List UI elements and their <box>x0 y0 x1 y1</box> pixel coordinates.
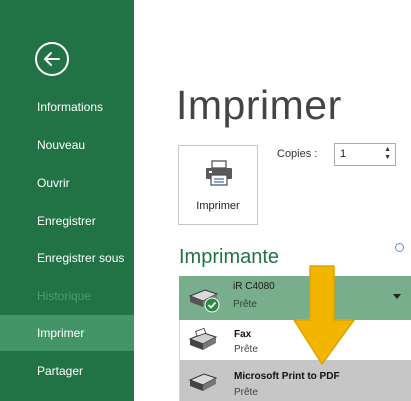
sidebar-item-imprimer[interactable]: Imprimer <box>0 315 134 351</box>
printer-ready-icon <box>188 289 220 313</box>
sidebar-item-ouvrir[interactable]: Ouvrir <box>0 165 134 201</box>
info-icon[interactable] <box>395 243 404 252</box>
sidebar-item-enregistrer[interactable]: Enregistrer <box>0 203 134 239</box>
spin-down-icon[interactable]: ▼ <box>384 154 391 162</box>
copies-value: 1 <box>340 148 347 160</box>
print-button-label: Imprimer <box>196 200 240 212</box>
back-arrow-icon <box>44 52 60 66</box>
printer-section-title: Imprimante <box>179 246 280 268</box>
pdf-printer-icon <box>188 373 218 391</box>
selected-printer-name: iR C4080 <box>233 281 275 292</box>
sidebar-item-enregistrer-sous[interactable]: Enregistrer sous <box>0 240 134 276</box>
copies-input[interactable]: 1 ▲ ▼ <box>334 143 396 166</box>
printer-option-name: Microsoft Print to PDF <box>234 371 340 382</box>
sidebar-item-historique: Historique <box>37 289 92 303</box>
copies-label: Copies : <box>277 148 318 160</box>
back-button[interactable] <box>35 42 69 76</box>
sidebar-item-partager[interactable]: Partager <box>0 353 134 389</box>
down-arrow-annotation-icon <box>293 265 355 365</box>
printer-option-status: Prête <box>234 387 258 398</box>
fax-icon <box>188 327 218 350</box>
printer-option-name: Fax <box>234 329 252 340</box>
printer-option-status: Prête <box>234 344 258 355</box>
spin-up-icon[interactable]: ▲ <box>384 146 391 154</box>
printer-icon <box>206 160 232 186</box>
copies-spinner[interactable]: ▲ ▼ <box>384 146 391 162</box>
selected-printer-status: Prête <box>233 299 257 310</box>
chevron-down-icon[interactable] <box>393 294 401 299</box>
sidebar-item-informations[interactable]: Informations <box>0 89 134 125</box>
backstage-sidebar: Informations Nouveau Ouvrir Enregistrer … <box>0 0 134 401</box>
sidebar-item-nouveau[interactable]: Nouveau <box>0 127 134 163</box>
print-button[interactable]: Imprimer <box>178 145 258 225</box>
page-title: Imprimer <box>176 82 342 128</box>
